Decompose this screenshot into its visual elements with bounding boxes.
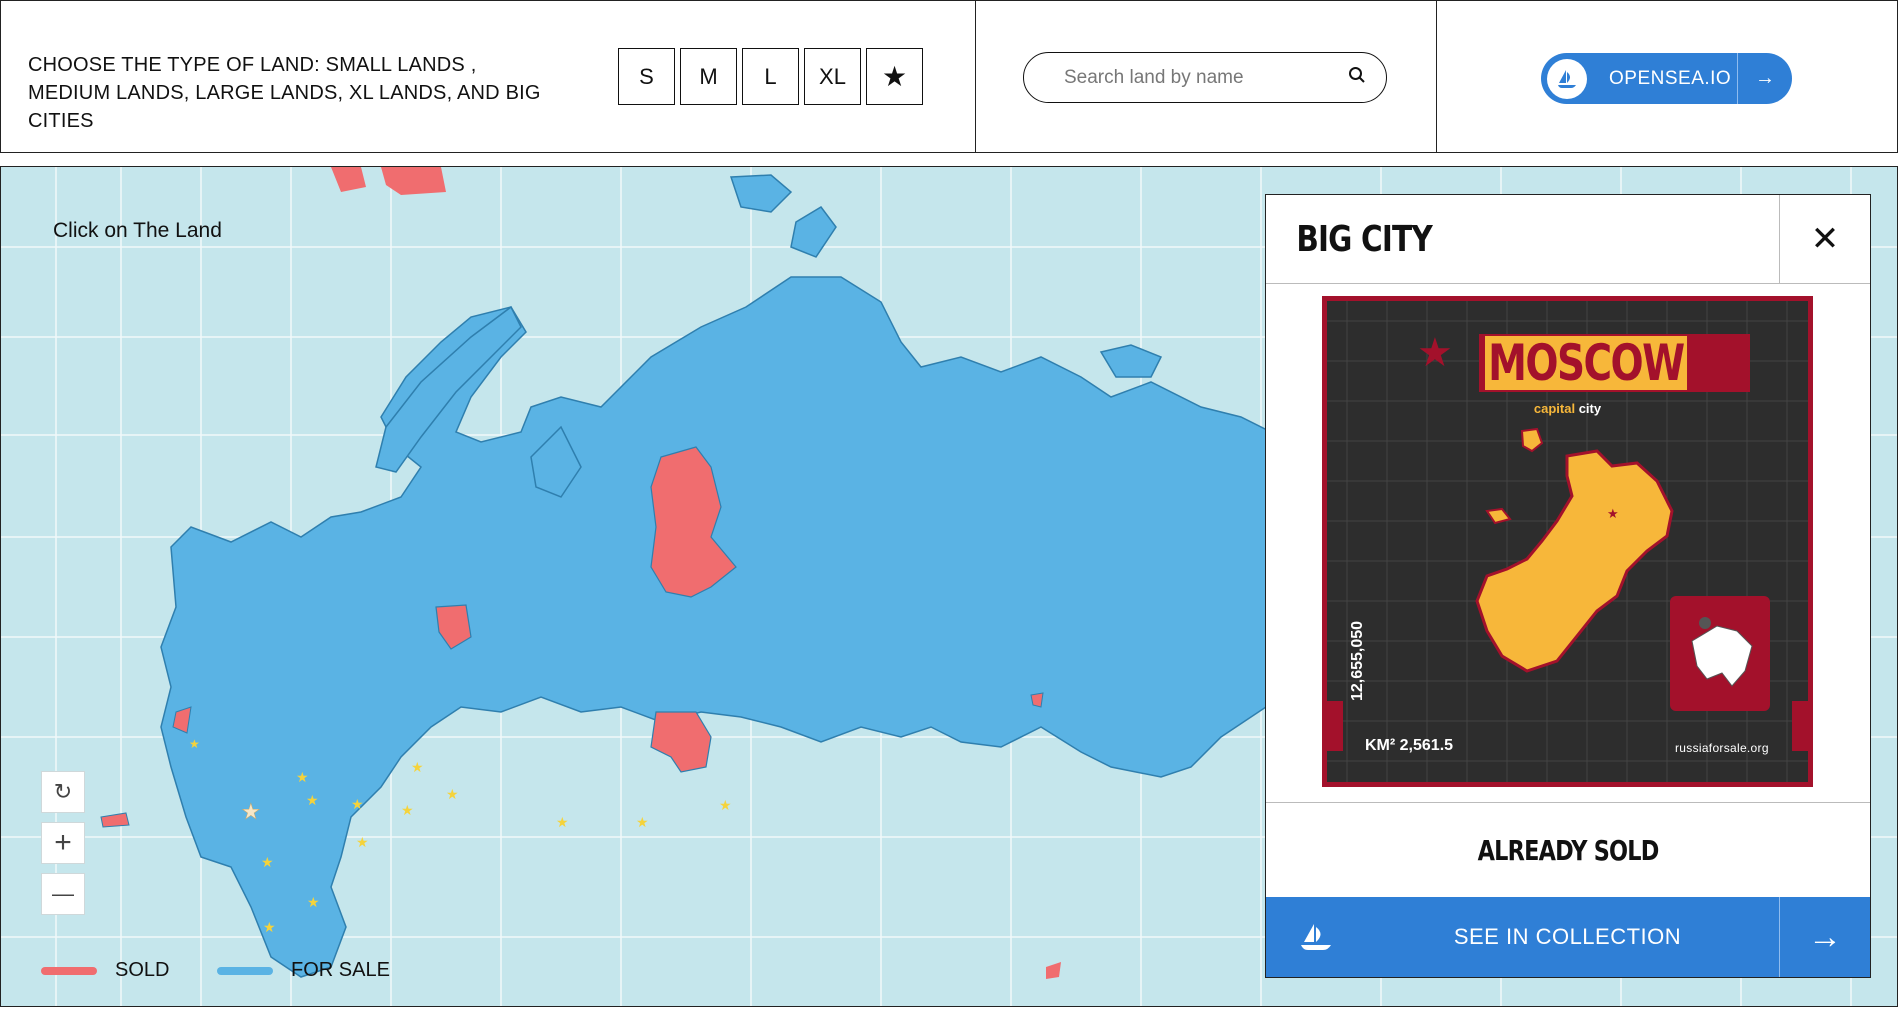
svg-text:★: ★ [1607, 506, 1619, 521]
svg-text:★: ★ [306, 792, 319, 808]
legend-for-sale-label: FOR SALE [291, 959, 390, 981]
svg-text:★: ★ [356, 834, 369, 850]
panel-header: BIG CITY ✕ [1266, 195, 1870, 284]
card-population: 12,655,050 [1349, 620, 1366, 701]
top-bar: CHOOSE THE TYPE OF LAND: SMALL LANDS , M… [0, 0, 1898, 153]
opensea-arrow-icon: → [1737, 53, 1792, 104]
map-hint: Click on The Land [53, 219, 222, 242]
svg-text:★: ★ [296, 769, 309, 785]
opensea-section: OPENSEA.IO → [1437, 1, 1897, 152]
land-detail-panel: BIG CITY ✕ ★ ★ ★ [1265, 194, 1871, 978]
card-site: russiaforsale.org [1675, 741, 1769, 755]
close-icon: ✕ [1810, 220, 1840, 258]
land-type-section: CHOOSE THE TYPE OF LAND: SMALL LANDS , M… [1, 1, 976, 152]
type-xl-button[interactable]: XL [804, 48, 861, 105]
choose-land-text: CHOOSE THE TYPE OF LAND: SMALL LANDS , M… [28, 54, 541, 132]
svg-text:★: ★ [189, 737, 200, 751]
svg-text:★: ★ [1417, 331, 1453, 375]
land-type-buttons: S M L XL ★ [618, 48, 923, 105]
search-section [976, 1, 1437, 152]
card-subtitle: capital city [1327, 401, 1808, 416]
panel-title: BIG CITY [1296, 218, 1432, 260]
opensea-logo-icon [1547, 58, 1587, 99]
search-input[interactable] [1062, 65, 1348, 90]
opensea-button[interactable]: OPENSEA.IO → [1541, 53, 1792, 104]
type-small-button[interactable]: S [618, 48, 675, 105]
card-area: KM² 2,561.5 [1365, 737, 1454, 754]
legend-sold: SOLD [41, 959, 169, 982]
svg-text:★: ★ [446, 786, 459, 802]
refresh-icon: ↻ [53, 779, 73, 804]
svg-text:★: ★ [719, 797, 732, 813]
plus-icon: + [54, 826, 72, 859]
zoom-in-button[interactable]: + [41, 822, 85, 864]
svg-text:★: ★ [411, 759, 424, 775]
svg-text:★: ★ [556, 814, 569, 830]
type-large-button[interactable]: L [742, 48, 799, 105]
refresh-map-button[interactable]: ↻ [41, 771, 85, 813]
card-city-name: MOSCOW [1479, 334, 1750, 392]
legend-sold-swatch [41, 966, 97, 975]
svg-text:★: ★ [401, 802, 414, 818]
legend-for-sale: FOR SALE [217, 959, 390, 982]
svg-text:★: ★ [241, 799, 261, 824]
sale-status: ALREADY SOLD [1266, 802, 1870, 898]
opensea-label: OPENSEA.IO [1609, 67, 1732, 89]
minus-icon: — [52, 881, 74, 906]
close-panel-button[interactable]: ✕ [1779, 195, 1870, 283]
svg-text:★: ★ [636, 814, 649, 830]
see-in-collection-label: SEE IN COLLECTION [1453, 924, 1682, 949]
legend-for-sale-swatch [217, 966, 273, 975]
arrow-right-icon: → [1779, 897, 1870, 977]
card-subtitle-capital: capital [1533, 401, 1576, 416]
card-subtitle-city: city [1578, 401, 1602, 416]
svg-text:★: ★ [307, 894, 320, 910]
legend-sold-label: SOLD [115, 959, 170, 981]
type-big-city-button[interactable]: ★ [866, 48, 923, 105]
svg-text:★: ★ [263, 919, 276, 935]
zoom-out-button[interactable]: — [41, 873, 85, 915]
type-medium-button[interactable]: M [680, 48, 737, 105]
search-box [1023, 52, 1387, 103]
land-card-image: ★ ★ ★ MOSCOW capital city 12,655,050 KM²… [1322, 296, 1813, 787]
opensea-ship-icon [1266, 922, 1366, 952]
see-in-collection-button[interactable]: SEE IN COLLECTION → [1266, 897, 1870, 977]
svg-text:★: ★ [351, 796, 364, 812]
search-icon[interactable] [1348, 66, 1366, 89]
svg-text:★: ★ [261, 854, 274, 870]
